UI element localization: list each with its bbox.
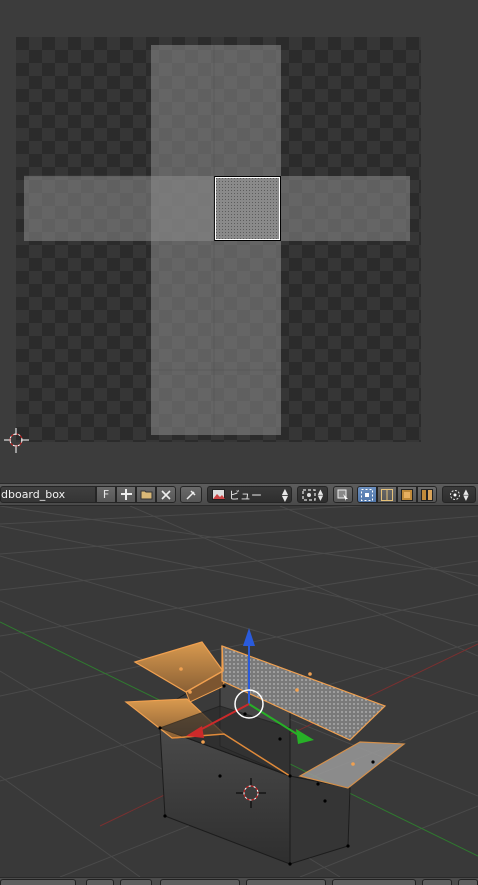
- open-image-button[interactable]: [136, 486, 156, 503]
- island-select-icon: [421, 488, 433, 501]
- pin-button[interactable]: [180, 486, 202, 503]
- fake-user-button[interactable]: F: [96, 486, 116, 503]
- view-menu-dropdown[interactable]: ビュー ▲ ▼: [207, 486, 292, 503]
- plus-icon: [120, 489, 132, 500]
- x-icon: [161, 489, 171, 500]
- snap-icon: [450, 489, 461, 500]
- vertex-select-button[interactable]: [357, 486, 377, 503]
- vertex-select-icon: [361, 488, 373, 501]
- edge-select-icon: [381, 488, 393, 501]
- sticky-icon: [337, 489, 348, 501]
- sticky-mode-button[interactable]: [333, 486, 353, 503]
- face-select-button[interactable]: [397, 486, 417, 503]
- island-select-button[interactable]: [417, 486, 437, 503]
- dropdown-arrows-icon: ▲ ▼: [317, 487, 324, 502]
- view-menu-label: ビュー: [229, 488, 262, 502]
- face-select-icon: [401, 488, 413, 501]
- snap-element-dropdown[interactable]: ▲ ▼: [442, 486, 476, 503]
- image-icon: [212, 489, 225, 500]
- 3d-viewport[interactable]: [0, 506, 478, 877]
- folder-icon: [140, 490, 152, 500]
- uv-texture-canvas[interactable]: [16, 37, 421, 442]
- header-widget[interactable]: [332, 879, 416, 885]
- header-widget[interactable]: [422, 879, 452, 885]
- header-widget[interactable]: [458, 879, 478, 885]
- 3d-scene: [0, 506, 478, 877]
- dropdown-arrows-icon: ▲ ▼: [281, 486, 288, 503]
- header-widget[interactable]: [246, 879, 326, 885]
- 2d-cursor-icon[interactable]: [4, 428, 30, 454]
- unlink-image-button[interactable]: [156, 486, 176, 503]
- pivot-icon: [302, 488, 316, 501]
- header-widget[interactable]: [86, 879, 114, 885]
- pivot-dropdown[interactable]: ▲ ▼: [297, 486, 328, 503]
- header-widget[interactable]: [0, 879, 76, 885]
- header-widget[interactable]: [160, 879, 240, 885]
- pin-icon: [186, 489, 196, 500]
- uv-image-editor[interactable]: [0, 0, 478, 483]
- image-name-text: dboard_box: [1, 488, 66, 501]
- new-image-button[interactable]: [116, 486, 136, 503]
- header-widget[interactable]: [120, 879, 152, 885]
- uv-edges: [24, 45, 281, 435]
- uv-editor-header: dboard_box F ビュー ▲ ▼ ▲ ▼ ▲ ▼: [0, 483, 478, 506]
- dropdown-arrows-icon: ▲ ▼: [463, 487, 469, 502]
- image-name-field[interactable]: dboard_box: [0, 486, 96, 503]
- edge-select-button[interactable]: [377, 486, 397, 503]
